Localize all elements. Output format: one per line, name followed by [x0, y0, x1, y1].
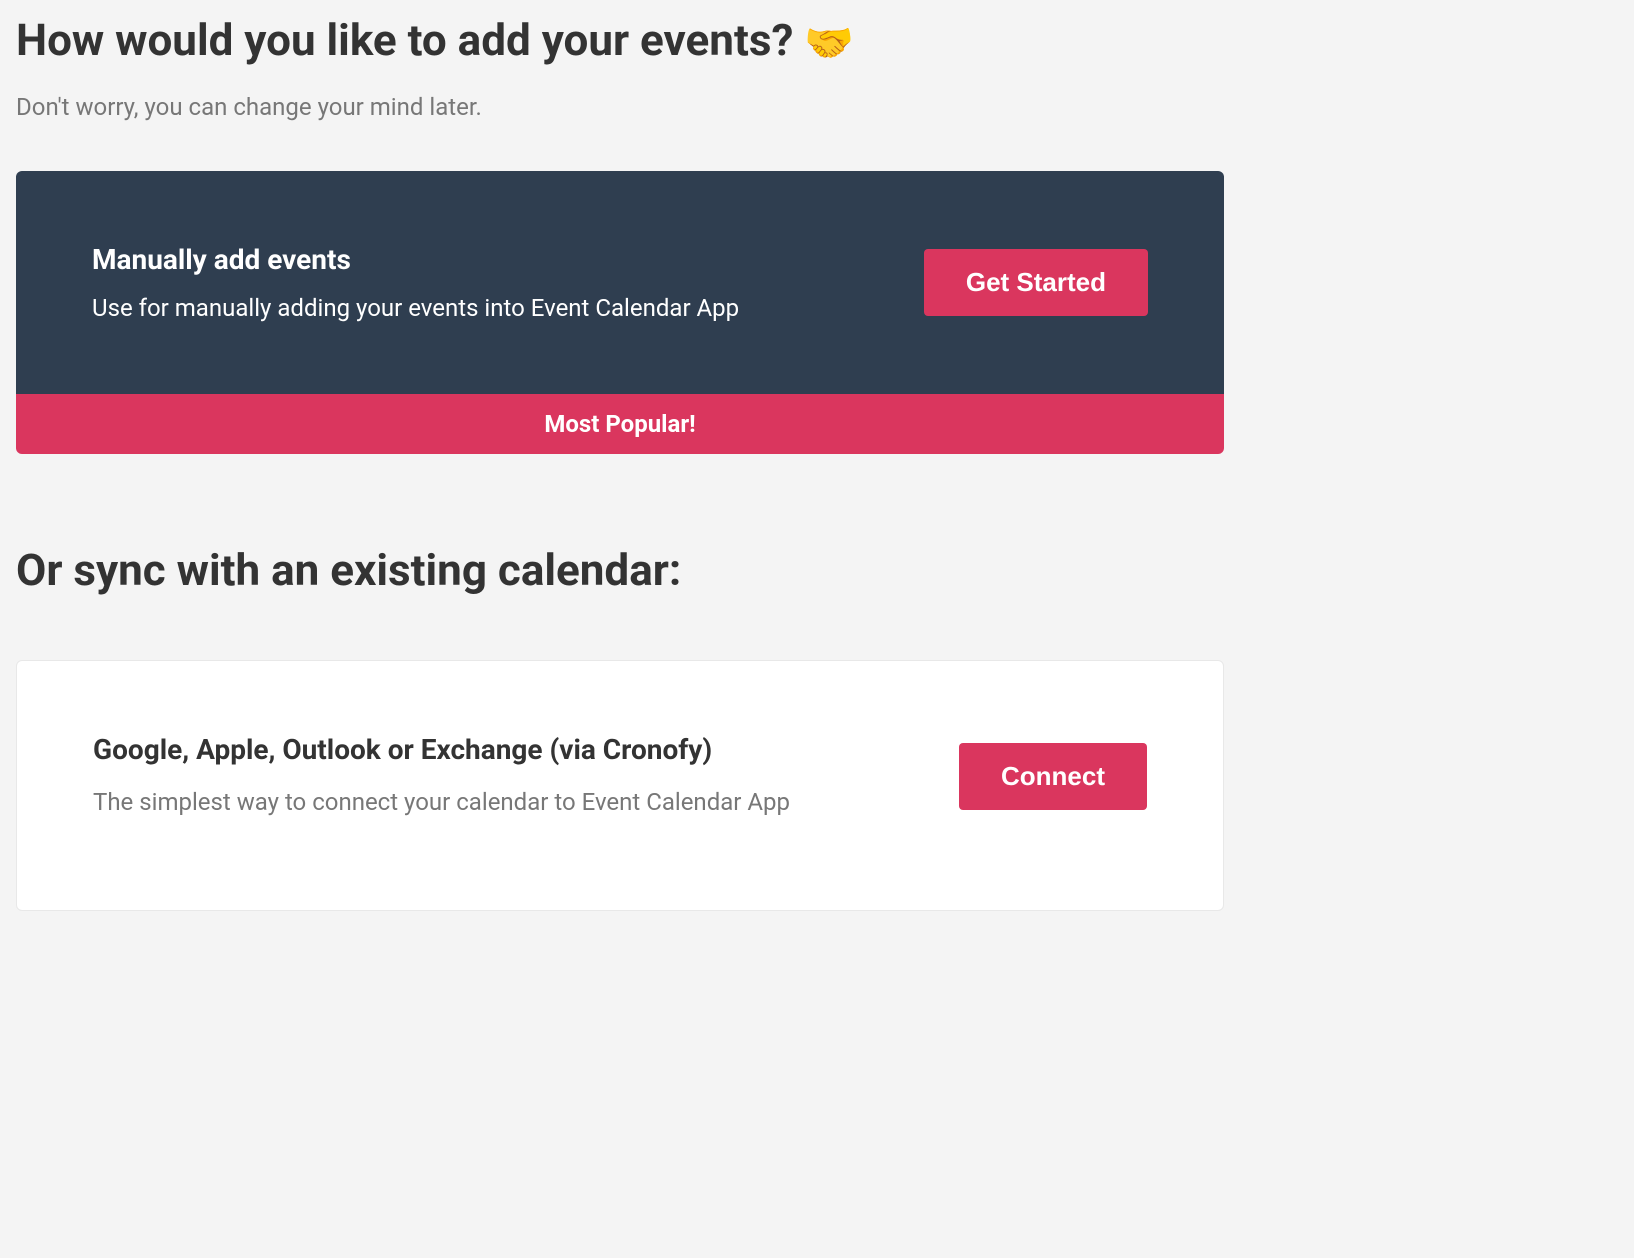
manual-add-card: Manually add events Use for manually add… [16, 171, 1224, 394]
page-title-text: How would you like to add your events? [16, 14, 804, 66]
manual-add-description: Use for manually adding your events into… [92, 294, 924, 322]
handshake-icon: 🤝 [804, 19, 854, 66]
sync-section-heading: Or sync with an existing calendar: [16, 544, 1224, 596]
cronofy-content: Google, Apple, Outlook or Exchange (via … [93, 733, 959, 820]
get-started-button[interactable]: Get Started [924, 249, 1148, 316]
cronofy-card: Google, Apple, Outlook or Exchange (via … [16, 660, 1224, 911]
cronofy-description: The simplest way to connect your calenda… [93, 784, 919, 820]
manual-add-content: Manually add events Use for manually add… [92, 243, 924, 322]
page-subtitle: Don't worry, you can change your mind la… [16, 93, 1224, 121]
connect-button[interactable]: Connect [959, 743, 1147, 810]
cronofy-title: Google, Apple, Outlook or Exchange (via … [93, 733, 919, 766]
page-title: How would you like to add your events? 🤝 [16, 14, 1224, 67]
most-popular-badge: Most Popular! [16, 394, 1224, 454]
manual-add-title: Manually add events [92, 243, 924, 276]
